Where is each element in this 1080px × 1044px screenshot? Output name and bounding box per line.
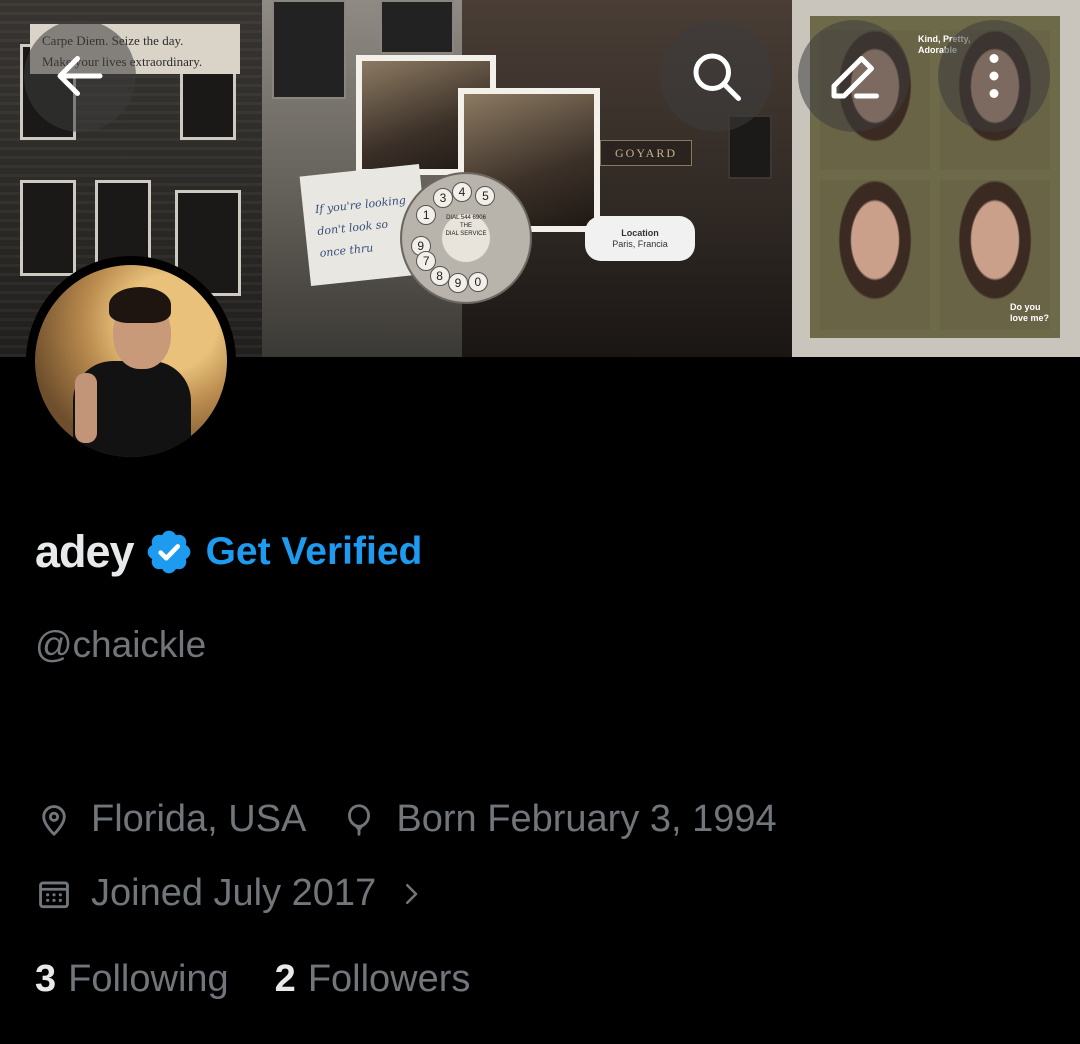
dial-digit: 4 [451,182,472,203]
collage-face [820,180,930,330]
joined-text: Joined July 2017 [91,872,377,914]
chevron-right-icon [406,883,418,904]
balloon-icon [348,803,371,836]
rotary-dial: DIAL 544 6906 THE DIAL SERVICE 134597890 [400,172,532,304]
dial-digit: 9 [448,273,468,294]
following-count: 3 [35,958,57,1000]
joined-row[interactable]: Joined July 2017 [35,872,426,915]
followers-link[interactable]: 2 Followers [275,958,471,1001]
dial-digit: 8 [429,265,450,286]
user-handle: @chaickle [35,624,207,665]
following-label: Following [68,958,229,1000]
birthday-text: Born February 3, 1994 [396,798,777,840]
followers-label: Followers [307,958,471,1000]
follow-stats: 3 Following 2 Followers [35,958,470,1001]
calendar-icon [39,880,69,908]
dial-digit: 1 [416,205,437,225]
collage-caption: Do you love me? [1010,302,1050,323]
birthday-item: Born February 3, 1994 [340,798,777,841]
location-text: Florida, USA [91,798,307,840]
get-verified-link[interactable]: Get Verified [206,530,423,574]
location-sticker-value: Paris, Francia [612,239,668,249]
arrow-left-icon [57,56,103,96]
location-item: Florida, USA [35,798,306,841]
profile-meta-row: Florida, USA Born February 3, 1994 [35,798,777,841]
banner-window [272,0,346,99]
location-sticker-title: Location [621,228,659,238]
search-icon [693,53,741,101]
dial-digit: 5 [475,186,496,207]
pencil-icon [831,56,879,99]
search-button[interactable] [660,20,772,132]
followers-count: 2 [274,958,296,1000]
more-vertical-icon [989,54,999,98]
more-button[interactable] [938,20,1050,132]
location-sticker: Location Paris, Francia [585,216,695,261]
verified-badge-icon[interactable] [144,527,194,577]
dial-digit: 3 [433,188,453,209]
store-sign: GOYARD [600,140,692,166]
joined-item[interactable]: Joined July 2017 [35,872,426,915]
banner-window [20,180,76,276]
edit-button[interactable] [798,20,910,132]
avatar[interactable] [26,256,236,466]
dial-digit: 0 [467,272,488,293]
following-link[interactable]: 3 Following [35,958,229,1001]
dial-center-label: DIAL 544 6906 THE DIAL SERVICE [445,215,487,237]
back-button[interactable] [24,20,136,132]
avatar-image [35,265,227,457]
name-row: adey Get Verified [35,522,422,582]
display-name: adey [35,526,135,577]
location-pin-icon [42,804,66,836]
banner-window [380,0,454,54]
